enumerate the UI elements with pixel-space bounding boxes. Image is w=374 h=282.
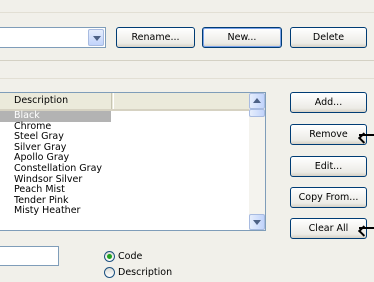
radio-code[interactable]: Code (104, 250, 142, 262)
clear-all-button[interactable]: Clear All (290, 218, 367, 239)
arrow-left-icon (359, 227, 374, 229)
radio-description-label: Description (118, 266, 173, 278)
chevron-down-icon[interactable] (88, 29, 104, 46)
radio-description[interactable]: Description (104, 266, 172, 278)
list-item[interactable]: Black (0, 110, 111, 122)
list-scrollbar[interactable] (249, 93, 265, 230)
code-input[interactable] (0, 246, 59, 266)
scheme-combo[interactable] (0, 27, 106, 48)
delete-button[interactable]: Delete (290, 27, 367, 48)
scroll-up-icon[interactable] (249, 93, 265, 109)
list-rows: Black Chrome Steel Gray Silver Gray Apol… (0, 110, 249, 217)
radio-checked-icon[interactable] (104, 250, 115, 262)
new-button[interactable]: New... (202, 27, 282, 48)
remove-button[interactable]: Remove (290, 124, 367, 145)
top-divider (0, 12, 374, 13)
copy-from-button[interactable]: Copy From... (290, 187, 367, 208)
scroll-thumb[interactable] (249, 109, 265, 117)
column-header-description[interactable]: Description (0, 93, 112, 109)
arrow-left-icon (359, 134, 374, 136)
section-divider-2 (0, 78, 374, 79)
scroll-down-icon[interactable] (249, 214, 265, 230)
add-button[interactable]: Add... (290, 92, 367, 113)
radio-unchecked-icon[interactable] (104, 266, 115, 278)
edit-button[interactable]: Edit... (290, 156, 367, 177)
rename-button[interactable]: Rename... (116, 27, 195, 48)
list-item[interactable]: Constellation Gray (0, 163, 249, 175)
list-header: Description (0, 93, 249, 111)
list-item[interactable]: Misty Heather (0, 206, 249, 217)
color-list[interactable]: Description Black Chrome Steel Gray Silv… (0, 92, 266, 231)
radio-code-label: Code (118, 250, 143, 262)
column-header-extra[interactable] (113, 93, 249, 109)
section-divider (0, 60, 374, 61)
